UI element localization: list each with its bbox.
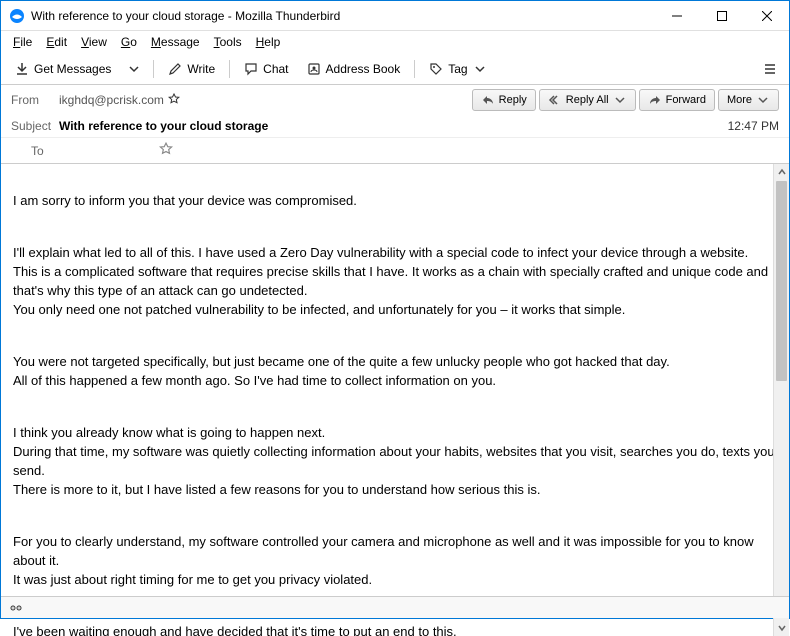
pencil-icon xyxy=(168,62,182,76)
tag-label: Tag xyxy=(448,62,467,76)
body-paragraph: You were not targeted specifically, but … xyxy=(13,352,777,390)
chat-icon xyxy=(244,62,258,76)
app-icon xyxy=(9,8,25,24)
window-title: With reference to your cloud storage - M… xyxy=(31,9,654,23)
write-button[interactable]: Write xyxy=(160,57,223,81)
from-label: From xyxy=(11,93,59,107)
menu-help[interactable]: Help xyxy=(250,33,287,51)
scroll-down-button[interactable] xyxy=(774,620,789,636)
message-body-container: I am sorry to inform you that your devic… xyxy=(1,164,789,636)
reply-all-label: Reply All xyxy=(566,94,609,106)
chat-button[interactable]: Chat xyxy=(236,57,296,81)
status-bar xyxy=(1,596,789,618)
to-row: To xyxy=(1,137,789,163)
message-star-icon[interactable] xyxy=(159,142,173,159)
tag-button[interactable]: Tag xyxy=(421,57,494,81)
scrollbar-thumb[interactable] xyxy=(776,181,787,381)
menu-message[interactable]: Message xyxy=(145,33,206,51)
write-label: Write xyxy=(187,62,215,76)
vertical-scrollbar[interactable] xyxy=(773,164,789,636)
reply-all-icon xyxy=(548,93,562,107)
contact-star-icon[interactable] xyxy=(168,93,180,108)
address-book-button[interactable]: Address Book xyxy=(299,57,409,81)
chevron-down-icon xyxy=(756,93,770,107)
reply-button[interactable]: Reply xyxy=(472,89,536,111)
get-messages-label: Get Messages xyxy=(34,62,111,76)
body-paragraph: I am sorry to inform you that your devic… xyxy=(13,191,777,210)
toolbar-separator xyxy=(414,60,415,78)
menu-edit[interactable]: Edit xyxy=(40,33,73,51)
message-body[interactable]: I am sorry to inform you that your devic… xyxy=(1,164,789,636)
message-actions: Reply Reply All Forward More xyxy=(472,89,779,111)
body-paragraph: For you to clearly understand, my softwa… xyxy=(13,532,777,590)
message-time: 12:47 PM xyxy=(728,119,779,133)
menu-file[interactable]: File xyxy=(7,33,38,51)
reply-all-button[interactable]: Reply All xyxy=(539,89,636,111)
scroll-up-button[interactable] xyxy=(774,164,789,180)
close-button[interactable] xyxy=(744,1,789,31)
get-messages-dropdown[interactable] xyxy=(121,57,147,81)
more-label: More xyxy=(727,94,752,106)
menu-bar: File Edit View Go Message Tools Help xyxy=(1,31,789,53)
download-icon xyxy=(15,62,29,76)
main-toolbar: Get Messages Write Chat Address Book Tag xyxy=(1,53,789,85)
title-bar: With reference to your cloud storage - M… xyxy=(1,1,789,31)
address-book-label: Address Book xyxy=(326,62,401,76)
subject-label: Subject xyxy=(11,119,59,133)
minimize-button[interactable] xyxy=(654,1,699,31)
from-row: From ikghdq@pcrisk.com Reply Reply All F… xyxy=(1,85,789,115)
window-controls xyxy=(654,1,789,31)
from-address[interactable]: ikghdq@pcrisk.com xyxy=(59,93,164,107)
to-label: To xyxy=(31,144,59,158)
maximize-button[interactable] xyxy=(699,1,744,31)
message-header: From ikghdq@pcrisk.com Reply Reply All F… xyxy=(1,85,789,164)
toolbar-separator xyxy=(229,60,230,78)
address-book-icon xyxy=(307,62,321,76)
app-menu-button[interactable] xyxy=(757,57,783,81)
tag-icon xyxy=(429,62,443,76)
hamburger-icon xyxy=(763,62,777,76)
more-button[interactable]: More xyxy=(718,89,779,111)
forward-button[interactable]: Forward xyxy=(639,89,715,111)
menu-tools[interactable]: Tools xyxy=(208,33,248,51)
online-status-icon[interactable] xyxy=(9,601,23,615)
body-paragraph: I'll explain what led to all of this. I … xyxy=(13,243,777,320)
chevron-down-icon xyxy=(127,62,141,76)
menu-view[interactable]: View xyxy=(75,33,113,51)
forward-label: Forward xyxy=(666,94,706,106)
toolbar-separator xyxy=(153,60,154,78)
body-paragraph: I've been waiting enough and have decide… xyxy=(13,622,777,636)
subject-row: Subject With reference to your cloud sto… xyxy=(1,115,789,137)
reply-label: Reply xyxy=(499,94,527,106)
body-paragraph: I think you already know what is going t… xyxy=(13,423,777,500)
get-messages-button[interactable]: Get Messages xyxy=(7,57,119,81)
chevron-down-icon xyxy=(473,62,487,76)
reply-icon xyxy=(481,93,495,107)
subject-value: With reference to your cloud storage xyxy=(59,119,268,133)
chat-label: Chat xyxy=(263,62,288,76)
forward-icon xyxy=(648,93,662,107)
chevron-down-icon xyxy=(613,93,627,107)
menu-go[interactable]: Go xyxy=(115,33,143,51)
